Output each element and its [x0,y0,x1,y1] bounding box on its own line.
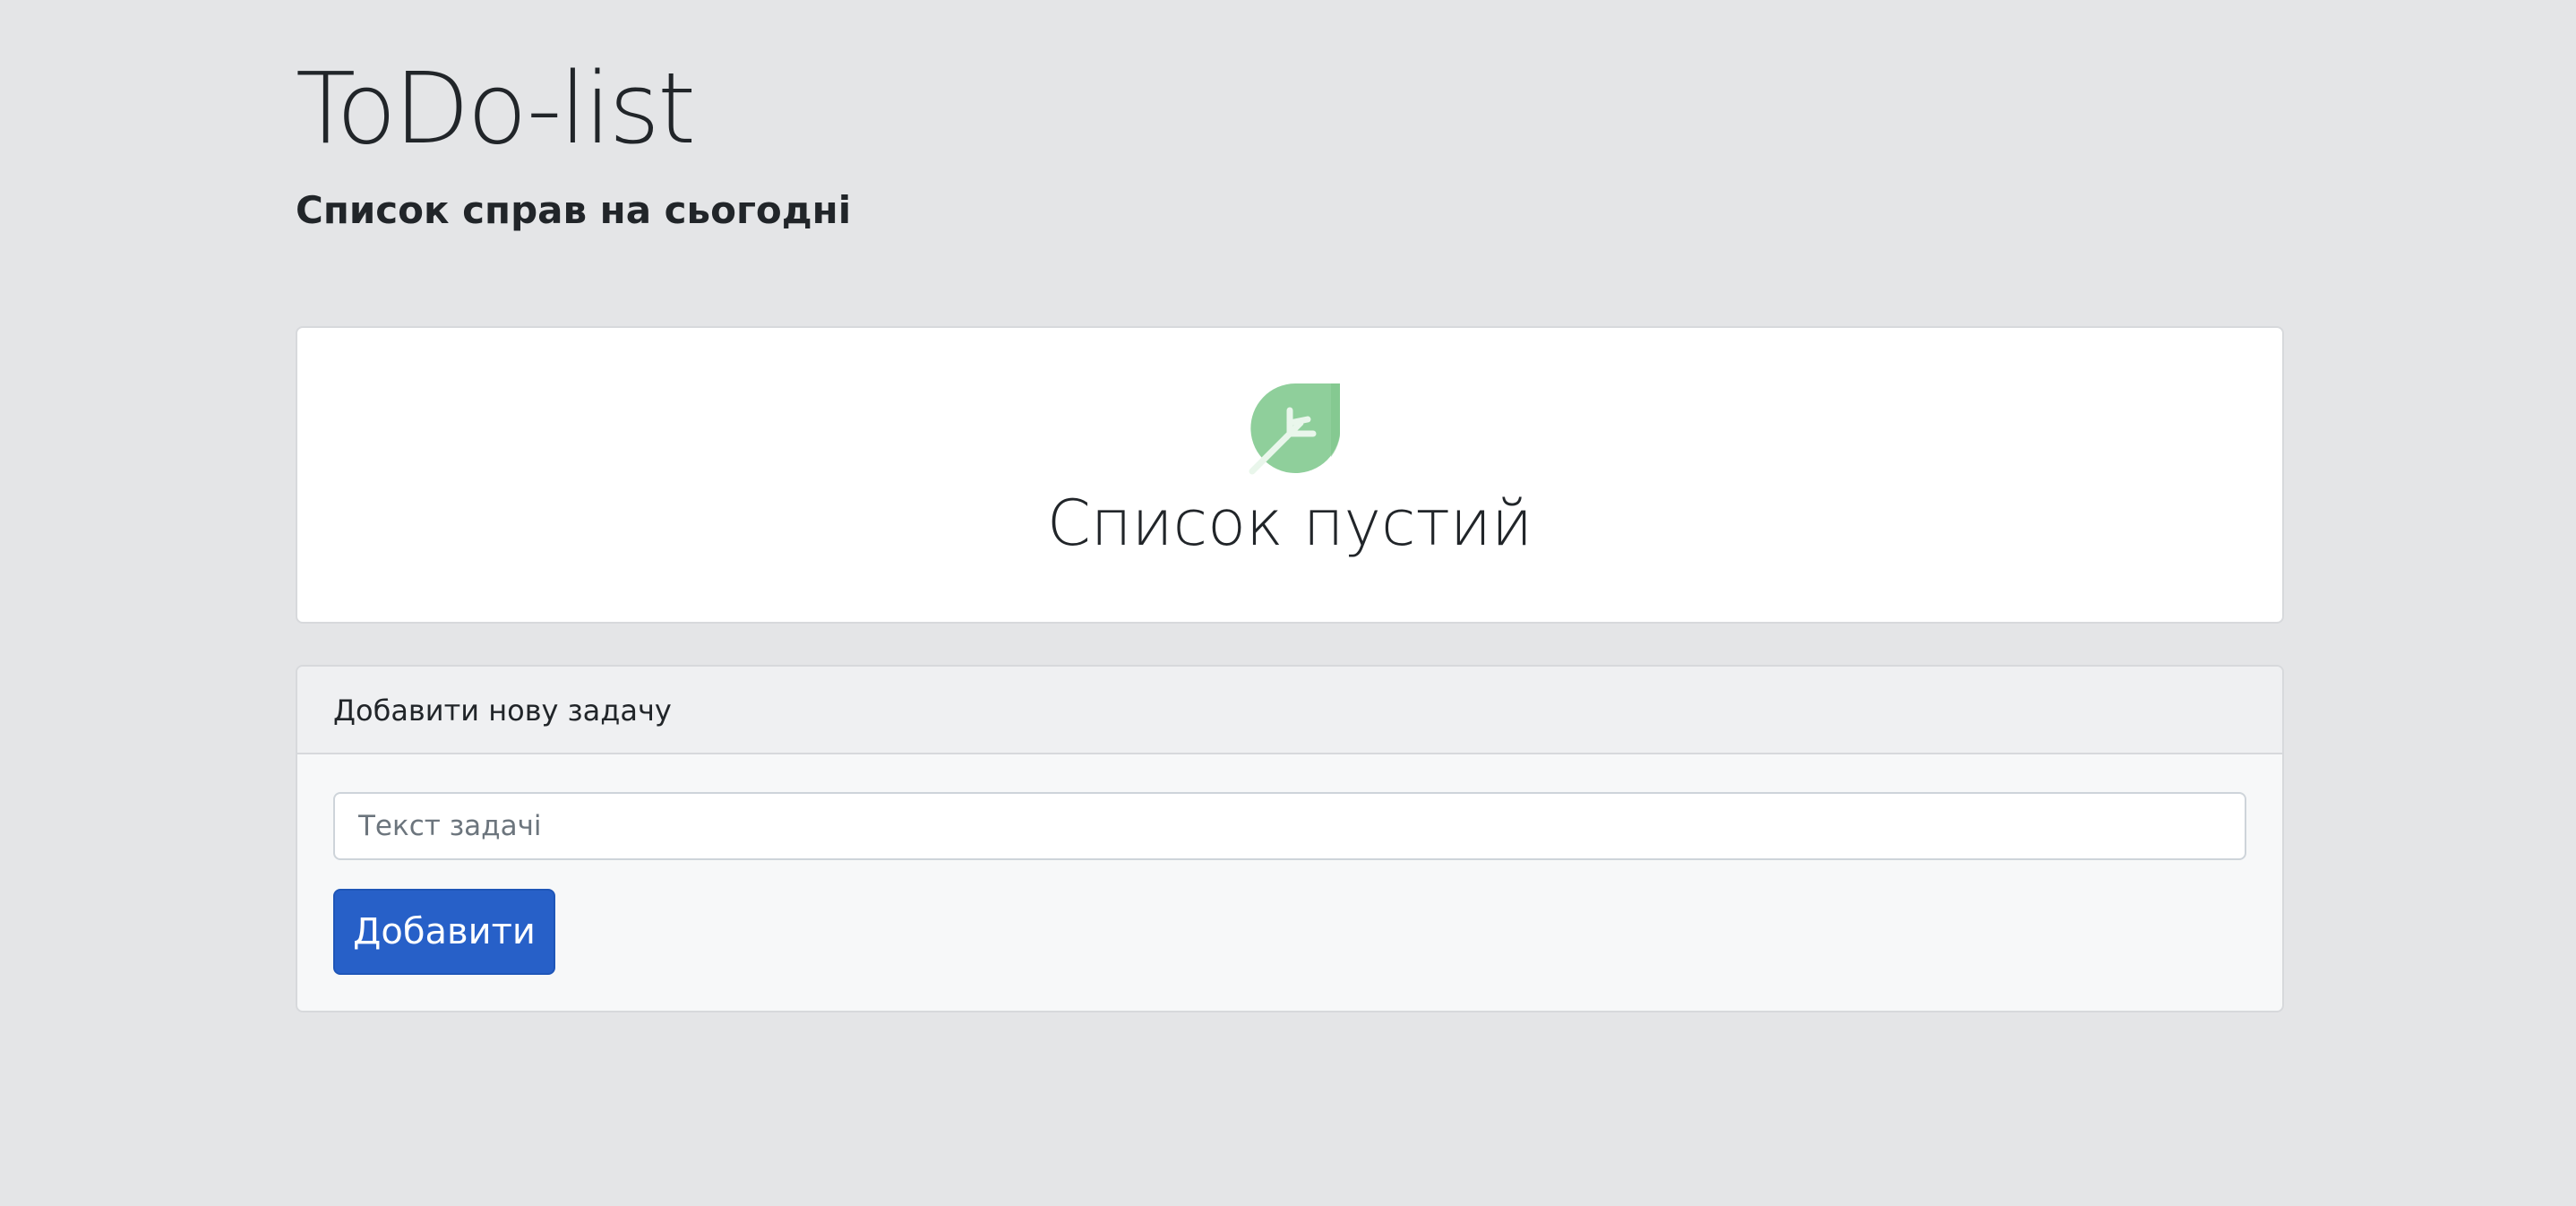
add-task-card-header: Добавити нову задачу [297,667,2282,754]
add-task-heading: Добавити нову задачу [333,693,672,728]
app-title: ToDo-list [296,51,696,166]
leaf-icon [1249,383,1340,475]
empty-list-message: Список пустий [1046,487,1533,560]
todo-list-card: Список пустий [296,326,2284,624]
app-subtitle: Список справ на сьогодні [296,188,852,232]
add-task-button[interactable]: Добавити [333,889,555,975]
add-task-card: Добавити нову задачу Добавити [296,665,2284,1012]
task-text-input[interactable] [333,792,2246,860]
